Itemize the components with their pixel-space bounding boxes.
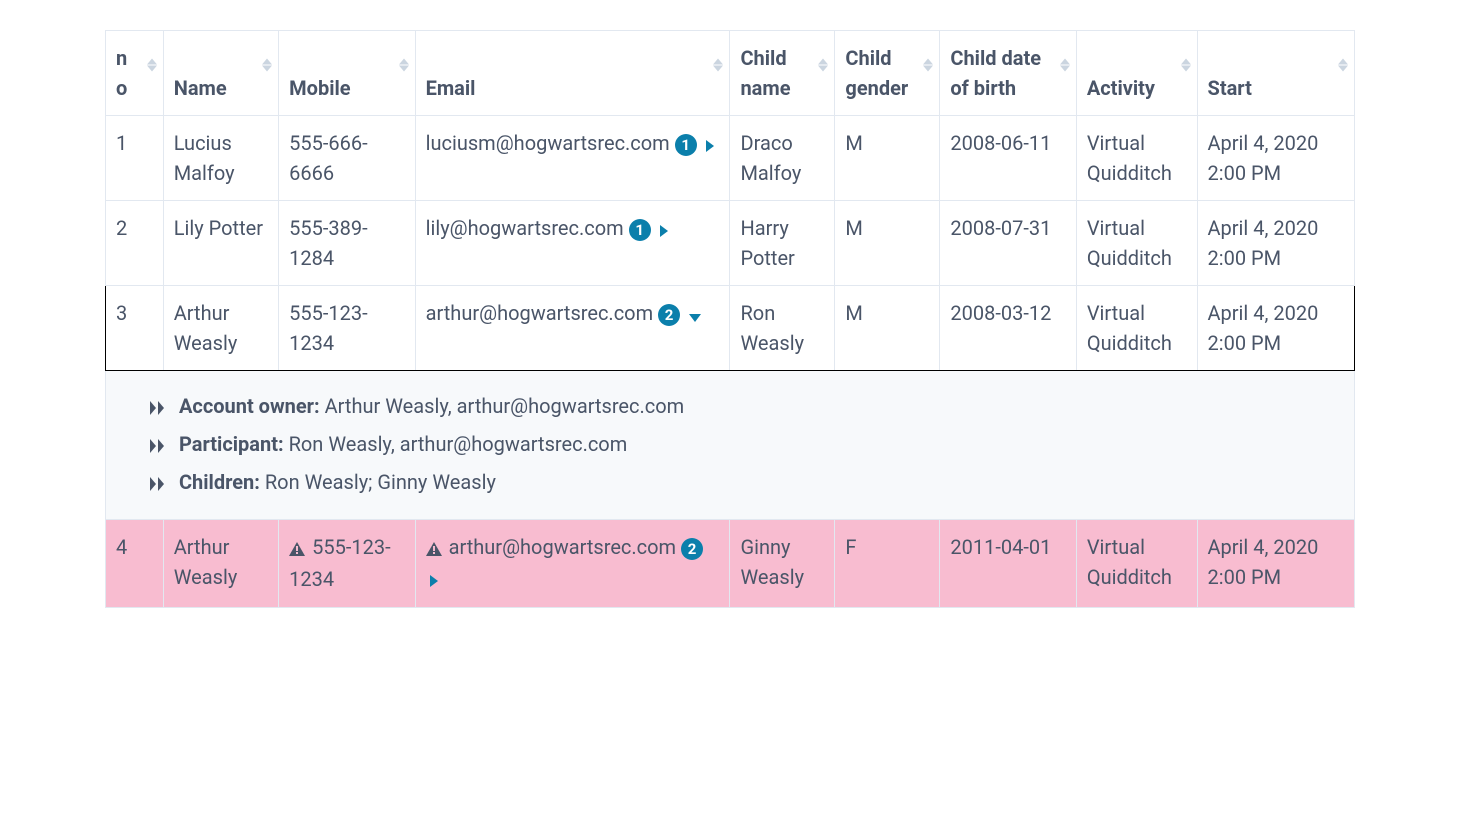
- detail-panel: Account owner: Arthur Weasly, arthur@hog…: [106, 371, 1355, 520]
- cell-email: arthur@hogwartsrec.com 2: [415, 286, 730, 371]
- warning-icon: [289, 537, 305, 561]
- count-badge: 2: [658, 304, 680, 326]
- sort-icon[interactable]: [1060, 58, 1070, 71]
- col-header-no[interactable]: no: [106, 31, 164, 116]
- cell-child-gender: M: [835, 116, 940, 201]
- cell-name: Arthur Weasly: [163, 520, 278, 608]
- cell-child-name: Ron Weasly: [730, 286, 835, 371]
- table-row[interactable]: 1 Lucius Malfoy 555-666-6666 luciusm@hog…: [106, 116, 1355, 201]
- count-badge: 1: [629, 219, 651, 241]
- cell-mobile: 555-123-1234: [279, 520, 415, 608]
- cell-name: Lucius Malfoy: [163, 116, 278, 201]
- cell-mobile: 555-389-1284: [279, 201, 415, 286]
- cell-start: April 4, 2020 2:00 PM: [1197, 520, 1355, 608]
- col-header-mobile[interactable]: Mobile: [279, 31, 415, 116]
- cell-start: April 4, 2020 2:00 PM: [1197, 286, 1355, 371]
- count-badge: 2: [681, 538, 703, 560]
- cell-child-dob: 2008-03-12: [940, 286, 1076, 371]
- cell-activity: Virtual Quidditch: [1076, 201, 1197, 286]
- cell-activity: Virtual Quidditch: [1076, 286, 1197, 371]
- expand-icon[interactable]: [660, 215, 670, 245]
- cell-no: 3: [106, 286, 164, 371]
- cell-name: Lily Potter: [163, 201, 278, 286]
- cell-child-gender: F: [835, 520, 940, 608]
- cell-name: Arthur Weasly: [163, 286, 278, 371]
- cell-no: 1: [106, 116, 164, 201]
- table-row-selected[interactable]: 3 Arthur Weasly 555-123-1234 arthur@hogw…: [106, 286, 1355, 371]
- cell-no: 4: [106, 520, 164, 608]
- chevrons-icon: [150, 434, 168, 458]
- sort-icon[interactable]: [262, 58, 272, 71]
- cell-activity: Virtual Quidditch: [1076, 116, 1197, 201]
- cell-child-name: Harry Potter: [730, 201, 835, 286]
- col-header-email[interactable]: Email: [415, 31, 730, 116]
- cell-mobile: 555-123-1234: [279, 286, 415, 371]
- col-header-child-name[interactable]: Child name: [730, 31, 835, 116]
- chevrons-icon: [150, 472, 168, 496]
- detail-children: Children: Ron Weasly; Ginny Weasly: [150, 467, 1336, 499]
- cell-child-gender: M: [835, 201, 940, 286]
- cell-no: 2: [106, 201, 164, 286]
- sort-icon[interactable]: [147, 58, 157, 71]
- cell-child-name: Draco Malfoy: [730, 116, 835, 201]
- cell-activity: Virtual Quidditch: [1076, 520, 1197, 608]
- collapse-icon[interactable]: [689, 300, 701, 330]
- sort-icon[interactable]: [713, 58, 723, 71]
- col-header-name[interactable]: Name: [163, 31, 278, 116]
- registrations-table: no Name Mobile Email Child name Child ge…: [105, 30, 1355, 608]
- sort-icon[interactable]: [818, 58, 828, 71]
- cell-email: lily@hogwartsrec.com 1: [415, 201, 730, 286]
- cell-email: luciusm@hogwartsrec.com 1: [415, 116, 730, 201]
- table-row[interactable]: 2 Lily Potter 555-389-1284 lily@hogwarts…: [106, 201, 1355, 286]
- table-header-row: no Name Mobile Email Child name Child ge…: [106, 31, 1355, 116]
- col-header-start[interactable]: Start: [1197, 31, 1355, 116]
- col-header-child-gender[interactable]: Child gender: [835, 31, 940, 116]
- cell-child-dob: 2008-07-31: [940, 201, 1076, 286]
- warning-icon: [426, 537, 442, 561]
- sort-icon[interactable]: [399, 58, 409, 71]
- col-header-child-dob[interactable]: Child date of birth: [940, 31, 1076, 116]
- cell-child-gender: M: [835, 286, 940, 371]
- expand-icon[interactable]: [430, 565, 440, 595]
- expand-icon[interactable]: [706, 130, 716, 160]
- cell-email: arthur@hogwartsrec.com 2: [415, 520, 730, 608]
- sort-icon[interactable]: [923, 58, 933, 71]
- table-row-highlighted[interactable]: 4 Arthur Weasly 555-123-1234 arthur@hogw…: [106, 520, 1355, 608]
- cell-start: April 4, 2020 2:00 PM: [1197, 201, 1355, 286]
- sort-icon[interactable]: [1338, 58, 1348, 71]
- cell-mobile: 555-666-6666: [279, 116, 415, 201]
- count-badge: 1: [675, 134, 697, 156]
- detail-account-owner: Account owner: Arthur Weasly, arthur@hog…: [150, 391, 1336, 423]
- col-header-activity[interactable]: Activity: [1076, 31, 1197, 116]
- cell-child-dob: 2011-04-01: [940, 520, 1076, 608]
- cell-start: April 4, 2020 2:00 PM: [1197, 116, 1355, 201]
- cell-child-name: Ginny Weasly: [730, 520, 835, 608]
- sort-icon[interactable]: [1181, 58, 1191, 71]
- chevrons-icon: [150, 396, 168, 420]
- detail-participant: Participant: Ron Weasly, arthur@hogwarts…: [150, 429, 1336, 461]
- cell-child-dob: 2008-06-11: [940, 116, 1076, 201]
